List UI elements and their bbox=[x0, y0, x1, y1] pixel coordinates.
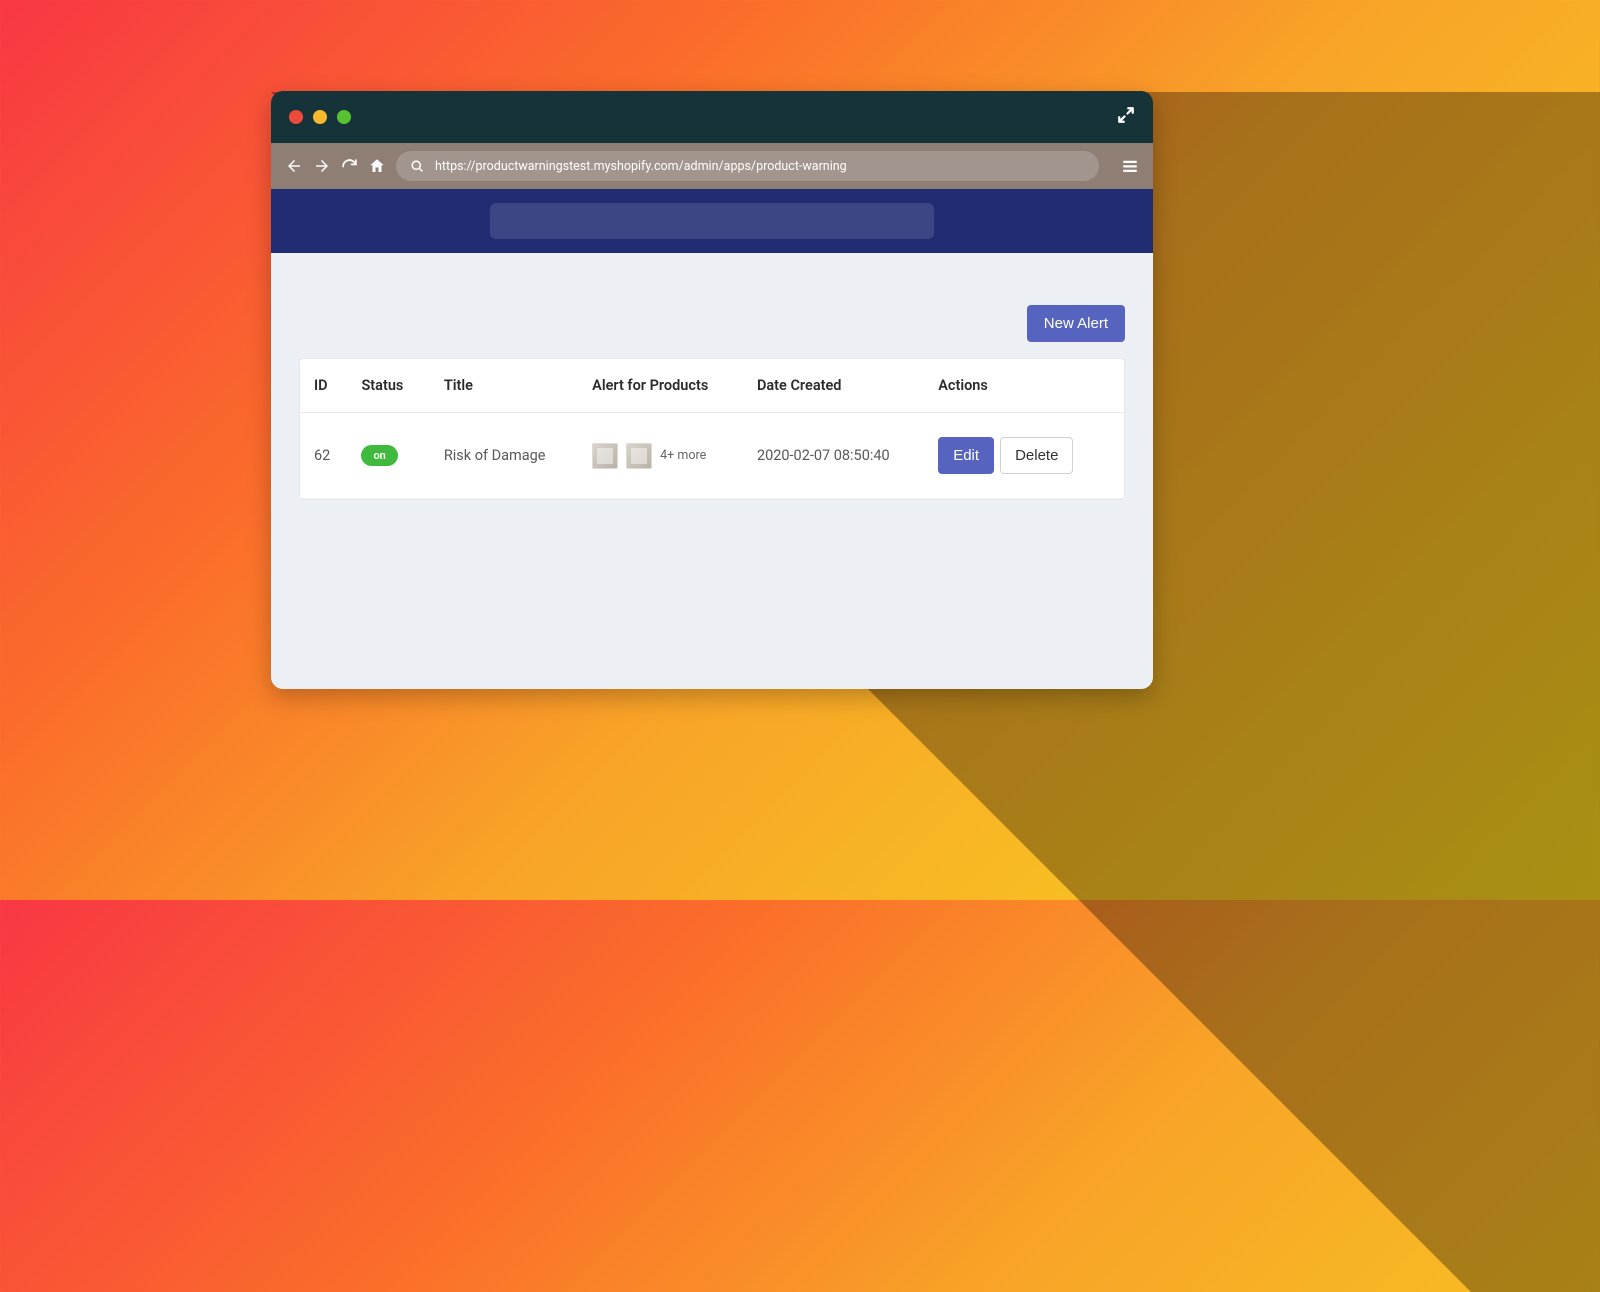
app-search-input[interactable] bbox=[490, 203, 934, 239]
home-button[interactable] bbox=[368, 157, 386, 175]
col-header-actions: Actions bbox=[926, 359, 1124, 413]
product-thumbnail[interactable] bbox=[626, 443, 652, 469]
window-titlebar bbox=[271, 91, 1153, 143]
address-url-text: https://productwarningstest.myshopify.co… bbox=[435, 159, 847, 174]
col-header-products: Alert for Products bbox=[580, 359, 745, 413]
cell-id: 62 bbox=[300, 413, 349, 499]
browser-toolbar: https://productwarningstest.myshopify.co… bbox=[271, 143, 1153, 189]
window-maximize-button[interactable] bbox=[337, 110, 351, 124]
cell-status: on bbox=[349, 413, 431, 499]
col-header-status: Status bbox=[349, 359, 431, 413]
expand-icon[interactable] bbox=[1117, 106, 1135, 128]
table-row: 62 on Risk of Damage 4+ more 2 bbox=[300, 413, 1124, 499]
cell-products: 4+ more bbox=[580, 413, 745, 499]
delete-button[interactable]: Delete bbox=[1000, 437, 1073, 474]
cell-title: Risk of Damage bbox=[432, 413, 580, 499]
browser-window: https://productwarningstest.myshopify.co… bbox=[271, 91, 1153, 689]
col-header-id: ID bbox=[300, 359, 349, 413]
col-header-date: Date Created bbox=[745, 359, 926, 413]
cell-actions: Edit Delete bbox=[926, 413, 1124, 499]
alerts-table: ID Status Title Alert for Products Date … bbox=[300, 359, 1124, 499]
window-minimize-button[interactable] bbox=[313, 110, 327, 124]
back-button[interactable] bbox=[285, 157, 303, 175]
forward-button[interactable] bbox=[313, 157, 331, 175]
app-content: New Alert ID Status Title Alert for Prod… bbox=[271, 253, 1153, 689]
menu-button[interactable] bbox=[1121, 157, 1139, 175]
reload-button[interactable] bbox=[341, 158, 358, 175]
app-header bbox=[271, 189, 1153, 253]
address-bar[interactable]: https://productwarningstest.myshopify.co… bbox=[396, 151, 1099, 181]
product-thumbnail[interactable] bbox=[592, 443, 618, 469]
window-close-button[interactable] bbox=[289, 110, 303, 124]
cell-date: 2020-02-07 08:50:40 bbox=[745, 413, 926, 499]
col-header-title: Title bbox=[432, 359, 580, 413]
status-pill: on bbox=[361, 445, 397, 466]
edit-button[interactable]: Edit bbox=[938, 437, 994, 474]
more-products-label[interactable]: 4+ more bbox=[660, 448, 706, 463]
new-alert-button[interactable]: New Alert bbox=[1027, 305, 1125, 342]
alerts-table-card: ID Status Title Alert for Products Date … bbox=[299, 358, 1125, 500]
